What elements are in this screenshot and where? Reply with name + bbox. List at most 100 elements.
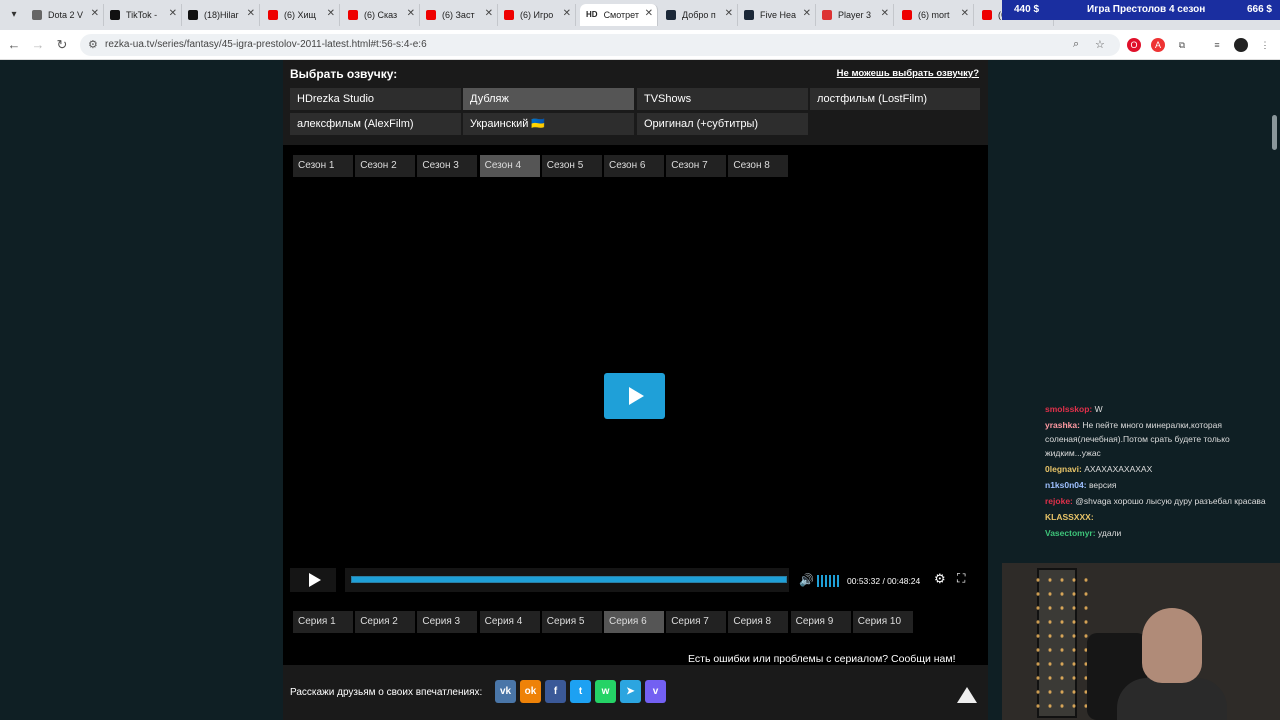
video-page: Выбрать озвучку: Не можешь выбрать озвуч… (283, 60, 988, 720)
episode-tab[interactable]: Серия 9 (790, 611, 851, 633)
opera-icon[interactable]: O (1127, 38, 1141, 52)
browser-tab[interactable]: HD Смотрет ✕ (580, 4, 658, 26)
close-tab-icon[interactable]: ✕ (169, 8, 177, 19)
close-tab-icon[interactable]: ✕ (407, 8, 415, 19)
whatsapp-icon[interactable]: w (595, 680, 616, 703)
profile-avatar[interactable] (1234, 38, 1248, 52)
browser-tab[interactable]: (6) Сказ ✕ (342, 4, 420, 26)
episode-tab[interactable]: Серия 4 (479, 611, 540, 633)
close-tab-icon[interactable]: ✕ (327, 8, 335, 19)
episode-tab[interactable]: Серия 5 (541, 611, 602, 633)
back-arrow-icon[interactable]: ← (6, 37, 22, 53)
progress-track[interactable] (351, 576, 787, 583)
tab-favicon-icon (744, 10, 754, 20)
browser-tab[interactable]: Добро п ✕ (660, 4, 738, 26)
season-tab[interactable]: Сезон 3 (417, 155, 478, 177)
dubbing-help-link[interactable]: Не можешь выбрать озвучку? (837, 68, 979, 79)
tab-favicon-icon (666, 10, 676, 20)
episode-tab[interactable]: Серия 2 (355, 611, 416, 633)
dubbing-option[interactable]: HDrezka Studio (290, 88, 461, 110)
twitter-icon[interactable]: t (570, 680, 591, 703)
tab-title: (6) mort (918, 10, 950, 20)
browser-tab[interactable]: (6) mort ✕ (896, 4, 974, 26)
episode-tab[interactable]: Серия 6 (604, 611, 664, 633)
tab-favicon-icon (982, 10, 992, 20)
episode-tab[interactable]: Серия 1 (293, 611, 353, 633)
close-tab-icon[interactable]: ✕ (91, 8, 99, 19)
browser-tab[interactable]: (18)Hilar ✕ (182, 4, 260, 26)
dubbing-option[interactable]: TVShows (637, 88, 808, 110)
tab-favicon-icon (348, 10, 358, 20)
dubbing-option[interactable]: Дубляж (463, 88, 634, 110)
season-tab[interactable]: Сезон 8 (728, 155, 789, 177)
telegram-icon[interactable]: ➤ (620, 680, 641, 703)
tab-title: TikTok - (126, 10, 158, 20)
report-problem-text[interactable]: Есть ошибки или проблемы с сериалом? Соо… (688, 653, 956, 665)
big-play-button[interactable] (604, 373, 665, 419)
browser-tab[interactable]: Five Hea ✕ (738, 4, 816, 26)
browser-tab[interactable]: (6) Хищ ✕ (262, 4, 340, 26)
close-tab-icon[interactable]: ✕ (645, 8, 653, 19)
progress-bar[interactable] (345, 568, 789, 592)
season-tab[interactable]: Сезон 2 (355, 155, 416, 177)
stream-left-amount: 440 $ (1014, 4, 1040, 15)
stream-goal-bar: 440 $ Игра Престолов 4 сезон 666 $ (1002, 0, 1280, 20)
odnoklassniki-icon[interactable]: ok (520, 680, 541, 703)
close-tab-icon[interactable]: ✕ (961, 8, 969, 19)
address-bar[interactable]: ⚙ rezka-ua.tv/series/fantasy/45-igra-pre… (80, 34, 1120, 56)
browser-tab[interactable]: Dota 2 V ✕ (26, 4, 104, 26)
season-tab[interactable]: Сезон 1 (293, 155, 353, 177)
webcam-overlay (1002, 563, 1280, 720)
season-tab[interactable]: Сезон 5 (541, 155, 602, 177)
dubbing-option[interactable]: Украинский 🇺🇦 (463, 113, 634, 135)
url-text: rezka-ua.tv/series/fantasy/45-igra-prest… (105, 39, 427, 50)
play-button[interactable] (290, 568, 336, 592)
scrollbar-thumb[interactable] (1272, 115, 1277, 150)
site-info-icon[interactable]: ⚙ (88, 38, 98, 51)
fullscreen-icon[interactable]: ⛶ (957, 571, 965, 586)
browser-tab[interactable]: Player 3 ✕ (816, 4, 894, 26)
episode-tab[interactable]: Серия 7 (666, 611, 727, 633)
reload-icon[interactable]: ↻ (54, 37, 70, 53)
chat-text: @shvaga хорошо лысую дуру разъебал краса… (1072, 496, 1266, 506)
scroll-up-arrow-icon[interactable] (955, 683, 979, 707)
close-tab-icon[interactable]: ✕ (881, 8, 889, 19)
browser-menu-icon[interactable]: ⋮ (1258, 38, 1272, 52)
bookmark-star-icon[interactable]: ☆ (1095, 38, 1105, 51)
webcam-string-lights (1032, 573, 1092, 713)
close-tab-icon[interactable]: ✕ (485, 8, 493, 19)
episode-tab[interactable]: Серия 8 (728, 611, 789, 633)
volume-slider[interactable] (817, 575, 839, 587)
video-player[interactable]: Сезон 1 Сезон 2 Сезон 3 Сезон 4 Сезон 5 Сезон… (283, 145, 988, 665)
tab-search-icon[interactable]: ▾ (6, 7, 22, 23)
close-tab-icon[interactable]: ✕ (803, 8, 811, 19)
episode-tab[interactable]: Серия 10 (852, 611, 913, 633)
season-tab[interactable]: Сезон 7 (666, 155, 727, 177)
browser-tab[interactable]: (6) Заст ✕ (420, 4, 498, 26)
volume-icon[interactable]: 🔊 (799, 573, 814, 587)
season-tab[interactable]: Сезон 6 (604, 155, 664, 177)
tab-title: (6) Заст (442, 10, 475, 20)
vk-icon[interactable]: vk (495, 680, 516, 703)
close-tab-icon[interactable]: ✕ (563, 8, 571, 19)
adblock-icon[interactable]: A (1151, 38, 1165, 52)
close-tab-icon[interactable]: ✕ (725, 8, 733, 19)
facebook-icon[interactable]: f (545, 680, 566, 703)
viber-icon[interactable]: v (645, 680, 666, 703)
browser-tab[interactable]: TikTok - ✕ (104, 4, 182, 26)
extensions-icon[interactable]: ⧉ (1175, 38, 1189, 52)
dubbing-option[interactable]: алексфильм (AlexFilm) (290, 113, 461, 135)
season-tab[interactable]: Сезон 4 (479, 155, 540, 177)
dubbing-option[interactable]: лостфильм (LostFilm) (810, 88, 980, 110)
media-control-icon[interactable]: ≡ (1210, 38, 1224, 52)
episode-tab[interactable]: Серия 3 (417, 611, 478, 633)
page-scrollbar[interactable] (1270, 60, 1280, 405)
tab-favicon-icon (822, 10, 832, 20)
settings-gear-icon[interactable]: ⚙ (934, 571, 946, 587)
browser-tab[interactable]: (6) Игро ✕ (498, 4, 576, 26)
chat-username: rejoke: (1045, 496, 1073, 506)
close-tab-icon[interactable]: ✕ (247, 8, 255, 19)
forward-arrow-icon[interactable]: → (30, 37, 46, 53)
zoom-icon[interactable]: ⌕ (1073, 38, 1079, 51)
dubbing-option[interactable]: Оригинал (+субтитры) (637, 113, 808, 135)
